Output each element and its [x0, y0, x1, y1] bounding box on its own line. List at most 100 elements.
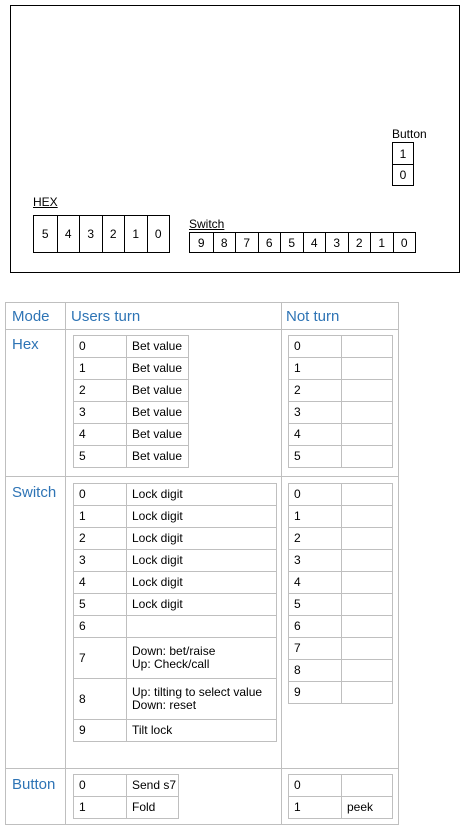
- switch-digit-7: 7: [235, 233, 258, 252]
- table-row: 0 Send s7: [73, 774, 179, 797]
- button-not-turn-table: 0 1 peek: [288, 774, 393, 819]
- switch-digit-2: 2: [347, 233, 371, 252]
- table-row: 6: [73, 615, 277, 638]
- mode-switch: Switch: [12, 484, 57, 501]
- row-key: 7: [73, 637, 127, 679]
- row-key: 1: [288, 505, 342, 528]
- hex-digit-0: 0: [146, 216, 170, 252]
- row-action: Bet value: [126, 357, 189, 380]
- switch-digit-4: 4: [302, 233, 326, 252]
- row-key: 9: [73, 719, 127, 742]
- hex-digit-5: 5: [41, 227, 49, 241]
- row-action: Bet value: [126, 335, 189, 358]
- table-row: 2: [288, 379, 393, 402]
- row-key: 6: [288, 615, 342, 638]
- hex-digit-1: 1: [124, 216, 147, 252]
- row-key: 4: [73, 571, 127, 594]
- table-row: 8 Up: tilting to select value Down: reset: [73, 678, 277, 720]
- row-key: 7: [288, 637, 342, 660]
- row-action: [341, 681, 393, 704]
- table-row: 3: [288, 549, 393, 572]
- button-label: Button: [392, 127, 427, 141]
- button-users-table: 0 Send s7 1 Fold: [73, 774, 179, 819]
- switch-digit-6: 6: [257, 233, 281, 252]
- switch-users-table: 0 Lock digit 1 Lock digit 2 Lock digit 3 Lock d…: [73, 483, 277, 742]
- table-row: 5 Lock digit: [73, 593, 277, 616]
- table-row: 1: [288, 505, 393, 528]
- row-action: [341, 505, 393, 528]
- hex-digit-2: 2: [101, 216, 125, 252]
- table-row: 2 Lock digit: [73, 527, 277, 550]
- row-action: [126, 615, 277, 638]
- row-key: 2: [288, 379, 342, 402]
- row-action: [341, 423, 393, 446]
- hex-digits: 543210: [33, 215, 170, 253]
- row-key: 1: [73, 357, 127, 380]
- row-action: [341, 659, 393, 682]
- table-row: 5: [288, 445, 393, 468]
- row-key: 0: [73, 335, 127, 358]
- switch-label: Switch: [189, 217, 225, 231]
- table-row: 1: [288, 357, 393, 380]
- table-row: 9 Tilt lock: [73, 719, 277, 742]
- row-action: Tilt lock: [126, 719, 277, 742]
- row-key: 8: [288, 659, 342, 682]
- row-key: 1: [288, 357, 342, 380]
- hex-digit-3: 3: [79, 216, 102, 252]
- row-key: 2: [73, 379, 127, 402]
- mode-hex: Hex: [12, 336, 39, 353]
- row-action: Lock digit: [126, 593, 277, 616]
- row-action: Bet value: [126, 379, 189, 402]
- switch-digit-1: 1: [370, 233, 393, 252]
- table-row: 2: [288, 527, 393, 550]
- button-digit-1: 1: [399, 146, 407, 161]
- mode-button: Button: [12, 776, 56, 793]
- row-action: [341, 527, 393, 550]
- board-diagram: Button 10 HEX 543210 Switch 9876543210: [10, 5, 460, 273]
- switch-digit-8: 8: [212, 233, 236, 252]
- row-key: 5: [73, 445, 127, 468]
- table-row: 0: [288, 483, 393, 506]
- row-action: [341, 335, 393, 358]
- row-key: 6: [73, 615, 127, 638]
- row-action: Lock digit: [126, 571, 277, 594]
- row-action: [341, 774, 393, 797]
- row-key: 2: [288, 527, 342, 550]
- row-key: 1: [288, 796, 342, 819]
- table-row: 0: [288, 774, 393, 797]
- table-row: 2 Bet value: [73, 379, 189, 402]
- row-action: [341, 483, 393, 506]
- table-row: 1 peek: [288, 796, 393, 819]
- switch-digit-3: 3: [325, 233, 348, 252]
- table-row: 5 Bet value: [73, 445, 189, 468]
- row-key: 9: [288, 681, 342, 704]
- row-key: 3: [73, 401, 127, 424]
- row-key: 0: [288, 774, 342, 797]
- row-key: 2: [73, 527, 127, 550]
- hex-label: HEX: [33, 195, 58, 209]
- row-action: Down: bet/raise Up: Check/call: [126, 637, 277, 679]
- row-action: [341, 549, 393, 572]
- table-row: 4 Lock digit: [73, 571, 277, 594]
- row-action: Lock digit: [126, 505, 277, 528]
- row-key: 5: [288, 593, 342, 616]
- table-row: 5: [288, 593, 393, 616]
- row-action: [341, 637, 393, 660]
- table-row: 7: [288, 637, 393, 660]
- table-row: 3 Lock digit: [73, 549, 277, 572]
- table-row: 3: [288, 401, 393, 424]
- row-action: Up: tilting to select value Down: reset: [126, 678, 277, 720]
- row-key: 4: [73, 423, 127, 446]
- row-action: [341, 593, 393, 616]
- table-row: 4: [288, 423, 393, 446]
- table-row: 6: [288, 615, 393, 638]
- row-key: 1: [73, 796, 127, 819]
- row-action: Bet value: [126, 401, 189, 424]
- row-key: 5: [73, 593, 127, 616]
- switch-not-turn-table: 0123456789: [288, 483, 393, 704]
- table-row: 1 Bet value: [73, 357, 189, 380]
- row-key: 4: [288, 423, 342, 446]
- row-key: 0: [288, 483, 342, 506]
- table-row: 0: [288, 335, 393, 358]
- row-action: Bet value: [126, 423, 189, 446]
